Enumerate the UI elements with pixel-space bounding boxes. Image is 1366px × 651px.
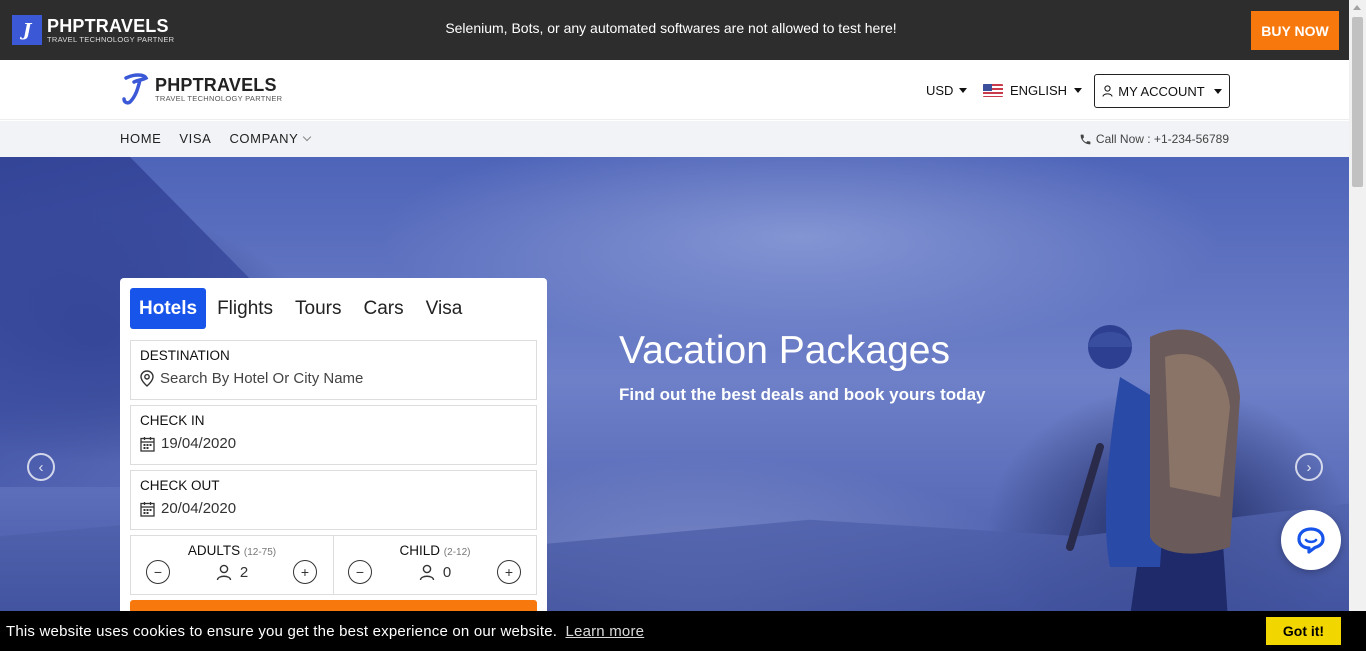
- cookie-message: This website uses cookies to ensure you …: [6, 623, 644, 640]
- search-panel: Hotels Flights Tours Cars Visa DESTINATI…: [120, 278, 547, 651]
- caret-down-icon: [1074, 88, 1083, 93]
- nav-home[interactable]: HOME: [120, 131, 161, 146]
- tab-flights[interactable]: Flights: [206, 288, 284, 329]
- currency-label: USD: [926, 83, 954, 98]
- page-scrollbar[interactable]: [1349, 0, 1366, 611]
- child-label-text: CHILD: [399, 543, 441, 558]
- adults-range: (12-75): [243, 547, 277, 558]
- adults-label: ADULTS (12-75): [131, 543, 333, 558]
- destination-label: DESTINATION: [140, 348, 230, 363]
- hero-title: Vacation Packages: [619, 329, 950, 372]
- main-nav: HOME VISA COMPANY Call Now : +1-234-5678…: [0, 121, 1349, 157]
- checkin-input[interactable]: 19/04/2020: [161, 435, 236, 452]
- child-decrease-button[interactable]: −: [348, 560, 372, 584]
- person-icon: [419, 564, 435, 581]
- hero-subtitle: Find out the best deals and book yours t…: [619, 385, 986, 404]
- child-count: 0: [442, 564, 452, 581]
- destination-input[interactable]: Search By Hotel Or City Name: [160, 370, 363, 387]
- call-now-text: Call Now : +1-234-56789: [1095, 132, 1229, 146]
- learn-more-link[interactable]: Learn more: [565, 623, 644, 640]
- caret-down-icon: [959, 88, 968, 93]
- got-it-button[interactable]: Got it!: [1266, 617, 1341, 645]
- checkin-label: CHECK IN: [140, 413, 205, 428]
- my-account-button[interactable]: MY ACCOUNT: [1094, 74, 1230, 108]
- checkout-label: CHECK OUT: [140, 478, 220, 493]
- tab-cars[interactable]: Cars: [353, 288, 415, 329]
- live-chat-button[interactable]: [1281, 510, 1341, 570]
- search-tabs: Hotels Flights Tours Cars Visa: [130, 288, 473, 329]
- phone-icon: [1080, 134, 1091, 144]
- location-pin-icon: [140, 370, 154, 387]
- us-flag-icon: [983, 84, 1003, 97]
- nav-company-label: COMPANY: [229, 131, 299, 146]
- header-logo[interactable]: PHPTRAVELS TRAVEL TECHNOLOGY PARTNER: [120, 72, 282, 106]
- automation-notice: Selenium, Bots, or any automated softwar…: [445, 20, 897, 36]
- slider-next-button[interactable]: ›: [1295, 453, 1323, 481]
- tab-tours[interactable]: Tours: [284, 288, 352, 329]
- my-account-label: MY ACCOUNT: [1118, 83, 1205, 99]
- language-label: ENGLISH: [1010, 83, 1068, 98]
- nav-company[interactable]: COMPANY: [229, 131, 312, 146]
- language-dropdown[interactable]: ENGLISH: [983, 83, 1083, 98]
- cookie-message-text: This website uses cookies to ensure you …: [6, 623, 558, 640]
- hiker-image: [1066, 325, 1240, 651]
- currency-dropdown[interactable]: USD: [926, 83, 968, 98]
- top-bar: J PHPTRAVELS TRAVEL TECHNOLOGY PARTNER S…: [0, 0, 1349, 60]
- adults-increase-button[interactable]: +: [293, 560, 317, 584]
- child-label: CHILD (2-12): [334, 543, 536, 558]
- call-now[interactable]: Call Now : +1-234-56789: [1079, 132, 1229, 146]
- buy-now-button[interactable]: BUY NOW: [1251, 11, 1339, 50]
- slider-prev-button[interactable]: ‹: [27, 453, 55, 481]
- nav-visa[interactable]: VISA: [179, 131, 211, 146]
- cookie-consent-bar: This website uses cookies to ensure you …: [0, 611, 1366, 651]
- header-tagline: TRAVEL TECHNOLOGY PARTNER: [155, 93, 283, 103]
- scrollbar-thumb[interactable]: [1352, 17, 1363, 187]
- calendar-icon: [140, 436, 155, 452]
- calendar-icon: [140, 501, 155, 517]
- checkin-field[interactable]: CHECK IN 19/04/2020: [130, 405, 537, 465]
- adults-field: ADULTS (12-75) 2 − +: [130, 535, 334, 595]
- main-header: PHPTRAVELS TRAVEL TECHNOLOGY PARTNER USD…: [0, 60, 1349, 120]
- tab-hotels[interactable]: Hotels: [130, 288, 207, 329]
- chat-bubble-icon: [1297, 527, 1325, 554]
- caret-down-icon: [1213, 88, 1222, 94]
- child-range: (2-12): [443, 547, 471, 558]
- tab-visa[interactable]: Visa: [415, 288, 474, 329]
- topbar-tagline: TRAVEL TECHNOLOGY PARTNER: [47, 34, 175, 44]
- chevron-down-icon: [303, 132, 312, 142]
- person-icon: [216, 564, 232, 581]
- scroll-up-arrow-icon[interactable]: [1353, 5, 1361, 10]
- checkout-input[interactable]: 20/04/2020: [161, 500, 236, 517]
- header-brand: PHPTRAVELS: [155, 74, 277, 95]
- checkout-field[interactable]: CHECK OUT 20/04/2020: [130, 470, 537, 530]
- child-field: CHILD (2-12) 0 − +: [333, 535, 537, 595]
- destination-field[interactable]: DESTINATION Search By Hotel Or City Name: [130, 340, 537, 400]
- adults-decrease-button[interactable]: −: [146, 560, 170, 584]
- child-increase-button[interactable]: +: [497, 560, 521, 584]
- adults-count: 2: [239, 564, 249, 581]
- adults-label-text: ADULTS: [187, 543, 241, 558]
- user-icon: [1102, 85, 1113, 97]
- logo-mark-icon: [120, 72, 150, 106]
